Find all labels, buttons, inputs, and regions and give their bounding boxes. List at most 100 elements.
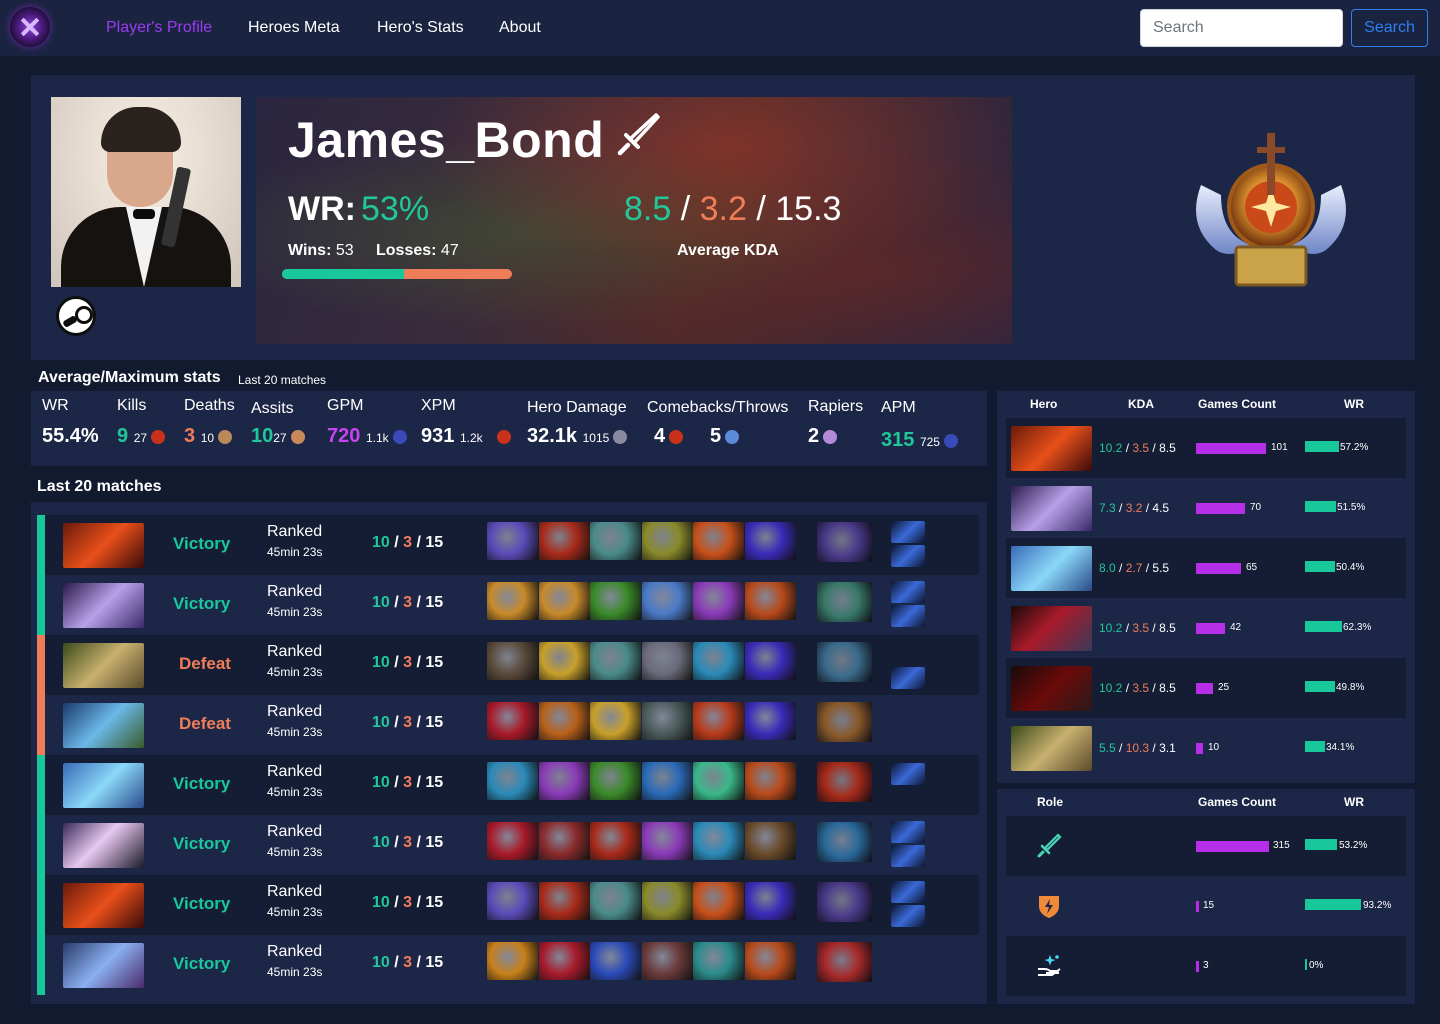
nav-heroes-meta[interactable]: Heroes Meta	[248, 19, 340, 37]
search-input[interactable]	[1140, 9, 1343, 47]
hero-portrait[interactable]	[1011, 546, 1092, 591]
match-row[interactable]: Victory Ranked 45min 23s 10 / 3 / 15	[37, 815, 979, 875]
buff-icon[interactable]	[891, 881, 925, 903]
item-icon[interactable]	[641, 822, 693, 860]
item-icon[interactable]	[693, 702, 744, 740]
item-icon[interactable]	[538, 522, 590, 560]
role-row[interactable]: 3 0%	[1006, 936, 1406, 996]
item-icon[interactable]	[744, 642, 796, 680]
neutral-item-icon[interactable]	[817, 942, 872, 982]
hero-portrait[interactable]	[63, 943, 144, 988]
item-icon[interactable]	[744, 522, 796, 560]
item-icon[interactable]	[693, 762, 744, 800]
role-row[interactable]: 315 53.2%	[1006, 816, 1406, 876]
neutral-item-icon[interactable]	[817, 762, 872, 802]
hero-row[interactable]: 10.2 / 3.5 / 8.5 25 49.8%	[1006, 658, 1406, 718]
nav-players-profile[interactable]: Player's Profile	[106, 19, 212, 37]
match-row[interactable]: Victory Ranked 45min 23s 10 / 3 / 15	[37, 935, 979, 995]
item-icon[interactable]	[590, 942, 641, 980]
search-button[interactable]: Search	[1351, 9, 1428, 47]
item-icon[interactable]	[590, 822, 641, 860]
item-icon[interactable]	[641, 942, 693, 980]
buff-icon[interactable]	[891, 845, 925, 867]
hero-portrait[interactable]	[63, 643, 144, 688]
hero-portrait[interactable]	[1011, 666, 1092, 711]
hero-portrait[interactable]	[63, 523, 144, 568]
item-icon[interactable]	[590, 642, 641, 680]
item-icon[interactable]	[487, 942, 538, 980]
hero-portrait[interactable]	[63, 583, 144, 628]
nav-heros-stats[interactable]: Hero's Stats	[377, 19, 464, 37]
hero-portrait[interactable]	[1011, 426, 1092, 471]
hero-portrait[interactable]	[63, 703, 144, 748]
item-icon[interactable]	[744, 762, 796, 800]
item-icon[interactable]	[487, 882, 538, 920]
match-row[interactable]: Defeat Ranked 45min 23s 10 / 3 / 15	[37, 635, 979, 695]
item-icon[interactable]	[487, 762, 538, 800]
item-icon[interactable]	[590, 882, 641, 920]
hero-portrait[interactable]	[1011, 726, 1092, 771]
hero-portrait[interactable]	[1011, 606, 1092, 651]
hero-row[interactable]: 7.3 / 3.2 / 4.5 70 51.5%	[1006, 478, 1406, 538]
item-icon[interactable]	[641, 882, 693, 920]
buff-icon[interactable]	[891, 605, 925, 627]
role-row[interactable]: 15 93.2%	[1006, 876, 1406, 936]
item-icon[interactable]	[693, 582, 744, 620]
item-icon[interactable]	[744, 822, 796, 860]
item-icon[interactable]	[693, 942, 744, 980]
neutral-item-icon[interactable]	[817, 882, 872, 922]
item-icon[interactable]	[744, 882, 796, 920]
item-icon[interactable]	[538, 822, 590, 860]
buff-icon[interactable]	[891, 667, 925, 689]
buff-icon[interactable]	[891, 581, 925, 603]
buff-icon[interactable]	[891, 905, 925, 927]
item-icon[interactable]	[487, 582, 538, 620]
item-icon[interactable]	[744, 582, 796, 620]
item-icon[interactable]	[641, 642, 693, 680]
match-row[interactable]: Victory Ranked 45min 23s 10 / 3 / 15	[37, 575, 979, 635]
logo-icon[interactable]	[10, 7, 50, 47]
item-icon[interactable]	[641, 702, 693, 740]
hero-portrait[interactable]	[63, 823, 144, 868]
match-row[interactable]: Defeat Ranked 45min 23s 10 / 3 / 15	[37, 695, 979, 755]
hero-row[interactable]: 10.2 / 3.5 / 8.5 101 57.2%	[1006, 418, 1406, 478]
hero-portrait[interactable]	[63, 883, 144, 928]
item-icon[interactable]	[487, 822, 538, 860]
match-row[interactable]: Victory Ranked 45min 23s 10 / 3 / 15	[37, 755, 979, 815]
item-icon[interactable]	[693, 822, 744, 860]
item-icon[interactable]	[590, 762, 641, 800]
nav-about[interactable]: About	[499, 19, 541, 37]
hero-row[interactable]: 5.5 / 10.3 / 3.1 10 34.1%	[1006, 718, 1406, 778]
neutral-item-icon[interactable]	[817, 822, 872, 862]
neutral-item-icon[interactable]	[817, 702, 872, 742]
item-icon[interactable]	[693, 522, 744, 560]
buff-icon[interactable]	[891, 545, 925, 567]
hero-row[interactable]: 10.2 / 3.5 / 8.5 42 62.3%	[1006, 598, 1406, 658]
item-icon[interactable]	[487, 522, 538, 560]
item-icon[interactable]	[538, 702, 590, 740]
item-icon[interactable]	[590, 522, 641, 560]
buff-icon[interactable]	[891, 763, 925, 785]
item-icon[interactable]	[693, 642, 744, 680]
item-icon[interactable]	[590, 582, 641, 620]
hero-portrait[interactable]	[63, 763, 144, 808]
item-icon[interactable]	[744, 942, 796, 980]
neutral-item-icon[interactable]	[817, 642, 872, 682]
item-icon[interactable]	[744, 702, 796, 740]
hero-portrait[interactable]	[1011, 486, 1092, 531]
buff-icon[interactable]	[891, 521, 925, 543]
item-icon[interactable]	[538, 762, 590, 800]
item-icon[interactable]	[487, 702, 538, 740]
match-row[interactable]: Victory Ranked 45min 23s 10 / 3 / 15	[37, 515, 979, 575]
item-icon[interactable]	[538, 582, 590, 620]
hero-row[interactable]: 8.0 / 2.7 / 5.5 65 50.4%	[1006, 538, 1406, 598]
item-icon[interactable]	[693, 882, 744, 920]
item-icon[interactable]	[641, 582, 693, 620]
item-icon[interactable]	[641, 762, 693, 800]
item-icon[interactable]	[487, 642, 538, 680]
match-row[interactable]: Victory Ranked 45min 23s 10 / 3 / 15	[37, 875, 979, 935]
neutral-item-icon[interactable]	[817, 522, 872, 562]
item-icon[interactable]	[538, 642, 590, 680]
item-icon[interactable]	[590, 702, 641, 740]
item-icon[interactable]	[538, 942, 590, 980]
